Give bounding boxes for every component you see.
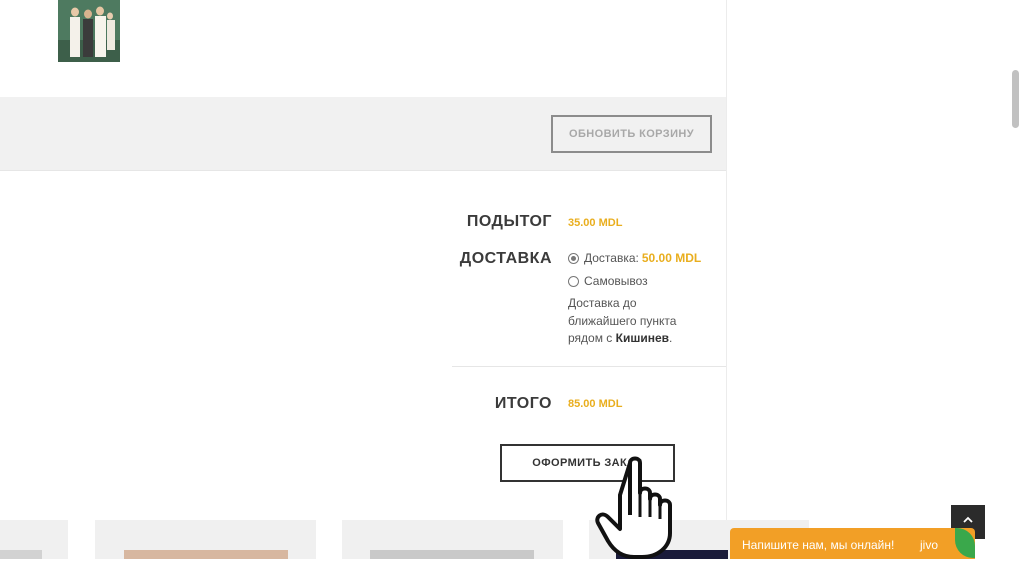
chat-brand-label: jivo: [920, 538, 939, 552]
related-product-image: [0, 550, 42, 559]
chat-widget-text: Напишите нам, мы онлайн!: [742, 538, 895, 552]
chevron-up-icon: [963, 516, 973, 523]
update-cart-button[interactable]: ОБНОВИТЬ КОРЗИНУ: [551, 115, 712, 153]
shipping-option-delivery-label: Доставка:: [584, 251, 639, 265]
related-product-card[interactable]: [95, 520, 316, 559]
live-chat-widget[interactable]: Напишите нам, мы онлайн! jivo: [730, 528, 975, 559]
hand-pointer-cursor-icon: [595, 456, 672, 559]
shipping-option-pickup[interactable]: Самовывоз: [568, 274, 648, 288]
radio-delivery-selected[interactable]: [568, 252, 579, 264]
shipping-note-suffix: .: [669, 331, 673, 345]
radio-pickup[interactable]: [568, 275, 579, 287]
related-product-image: [124, 550, 288, 559]
shipping-label: ДОСТАВКА: [459, 250, 552, 267]
product-photo-image: [58, 0, 120, 62]
product-thumbnail[interactable]: [58, 0, 120, 62]
shipping-option-delivery-price: 50.00 MDL: [641, 251, 702, 265]
shipping-option-delivery[interactable]: Доставка: 50.00 MDL: [568, 251, 701, 265]
total-value: 85.00 MDL: [568, 398, 623, 410]
scrollbar-thumb[interactable]: [1012, 70, 1019, 128]
related-product-card[interactable]: [0, 520, 68, 559]
related-product-image: [370, 550, 534, 559]
shipping-option-pickup-label: Самовывоз: [584, 274, 648, 288]
totals-divider: [452, 366, 726, 367]
total-label: ИТОГО: [494, 395, 552, 412]
subtotal-value: 35.00 MDL: [568, 217, 623, 229]
related-product-card[interactable]: [342, 520, 563, 559]
cart-actions-bar: ОБНОВИТЬ КОРЗИНУ: [0, 97, 726, 171]
shipping-note-city: Кишинев: [615, 331, 670, 345]
subtotal-label: ПОДЫТОГ: [466, 213, 552, 230]
shipping-note: Доставка до ближайшего пункта рядом с Ки…: [568, 295, 708, 348]
